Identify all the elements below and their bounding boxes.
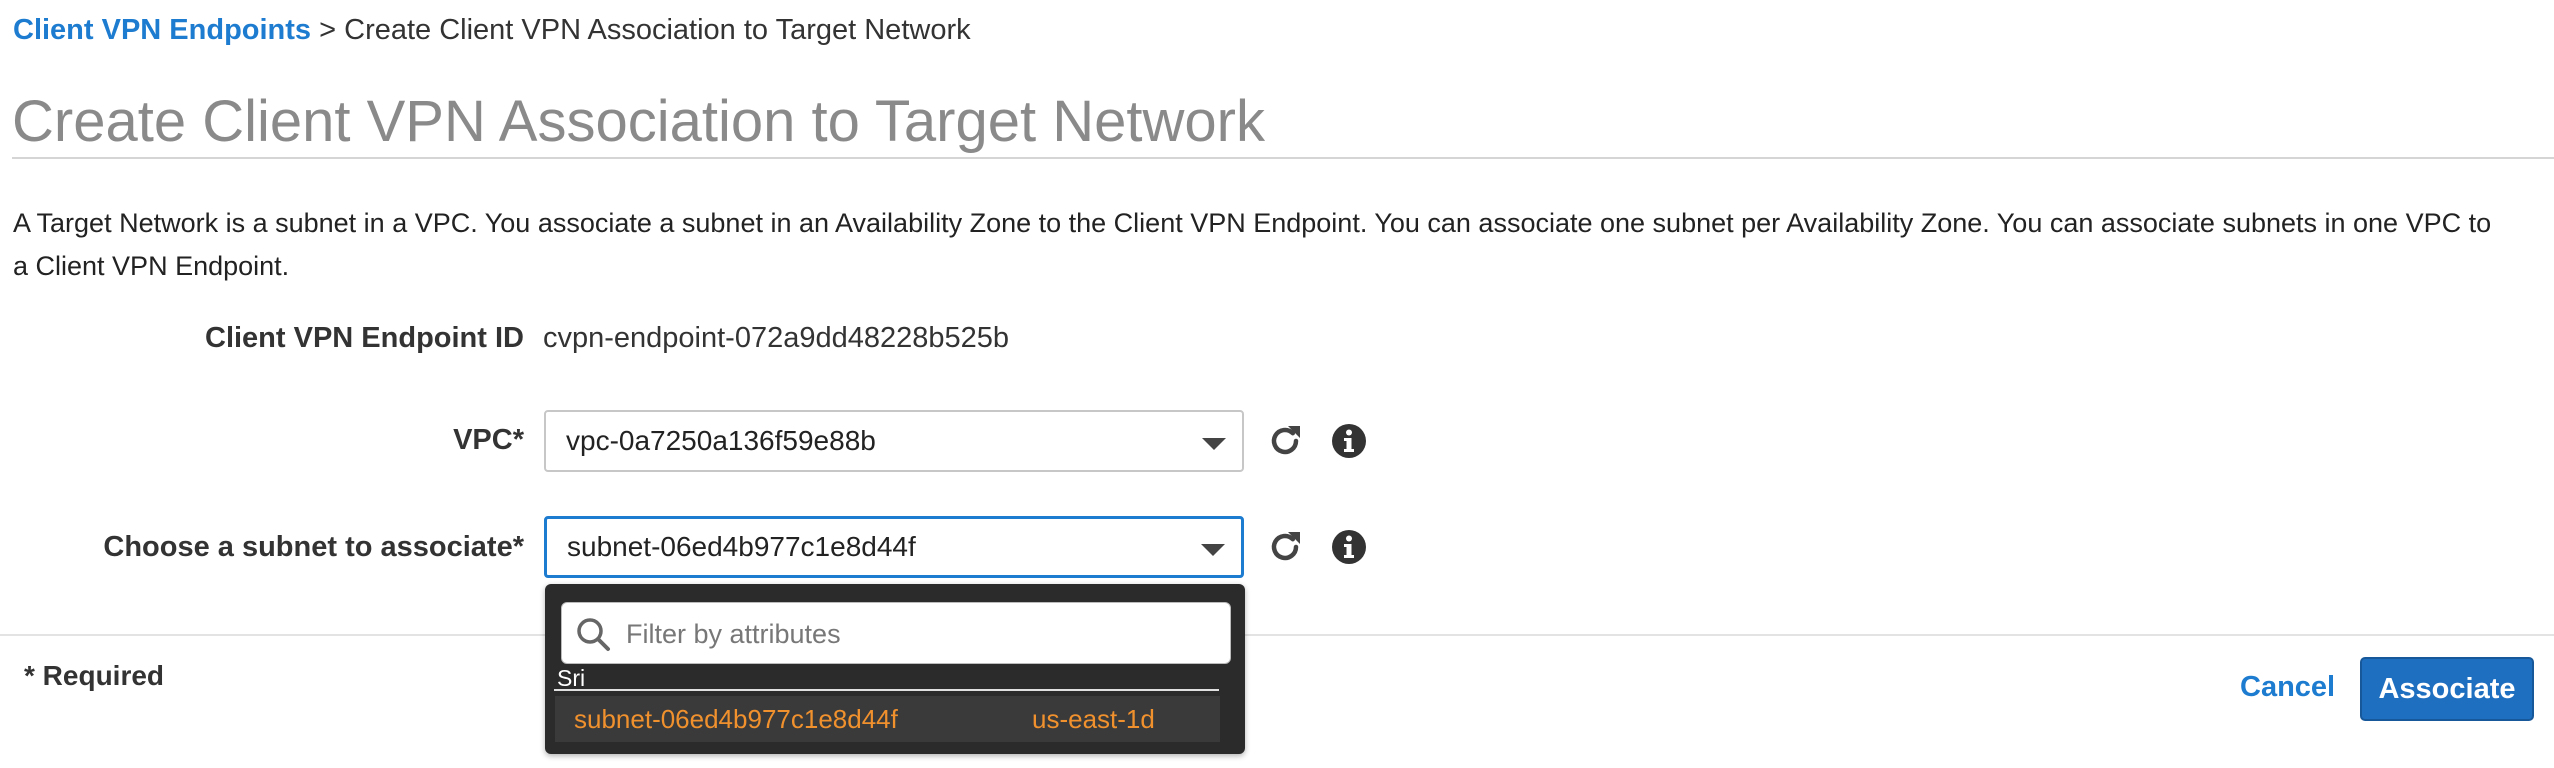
vpc-select[interactable]: vpc-0a7250a136f59e88b bbox=[544, 410, 1244, 472]
chevron-down-icon bbox=[1201, 544, 1225, 556]
breadcrumb: Client VPN Endpoints > Create Client VPN… bbox=[13, 14, 971, 47]
breadcrumb-current: Create Client VPN Association to Target … bbox=[344, 14, 971, 46]
cancel-button[interactable]: Cancel bbox=[2240, 671, 2335, 704]
page-description: A Target Network is a subnet in a VPC. Y… bbox=[13, 208, 2492, 281]
subnet-select-value: subnet-06ed4b977c1e8d44f bbox=[567, 531, 916, 562]
refresh-icon[interactable] bbox=[1265, 527, 1305, 567]
endpoint-id-value: cvpn-endpoint-072a9dd48228b525b bbox=[543, 322, 1010, 354]
required-note: * Required bbox=[24, 660, 165, 691]
subnet-select[interactable]: subnet-06ed4b977c1e8d44f bbox=[544, 516, 1244, 578]
associate-button[interactable]: Associate bbox=[2360, 657, 2534, 721]
subnet-label: Choose a subnet to associate* bbox=[103, 531, 524, 563]
info-icon[interactable] bbox=[1329, 527, 1369, 567]
subnet-option-az: us-east-1d bbox=[1032, 704, 1155, 734]
refresh-icon[interactable] bbox=[1265, 421, 1305, 461]
subnet-option-id: subnet-06ed4b977c1e8d44f bbox=[574, 704, 898, 734]
subnet-option[interactable]: subnet-06ed4b977c1e8d44f us-east-1d bbox=[555, 696, 1220, 742]
page-title: Create Client VPN Association to Target … bbox=[12, 89, 1265, 154]
vpc-select-value: vpc-0a7250a136f59e88b bbox=[566, 425, 876, 456]
breadcrumb-link-client-vpn-endpoints[interactable]: Client VPN Endpoints bbox=[13, 14, 311, 46]
breadcrumb-separator: > bbox=[311, 14, 345, 46]
footer-divider bbox=[0, 634, 2554, 636]
vpc-label: VPC* bbox=[453, 424, 524, 456]
dropdown-group-divider bbox=[554, 689, 1219, 691]
search-icon bbox=[577, 618, 610, 651]
subnet-dropdown: Sri subnet-06ed4b977c1e8d44f us-east-1d bbox=[545, 584, 1245, 754]
endpoint-id-label: Client VPN Endpoint ID bbox=[205, 322, 524, 354]
dropdown-group-label: Sri bbox=[557, 665, 586, 691]
title-divider bbox=[12, 157, 2554, 159]
filter-input[interactable] bbox=[624, 613, 1218, 655]
filter-box bbox=[561, 602, 1231, 664]
info-icon[interactable] bbox=[1329, 421, 1369, 461]
chevron-down-icon bbox=[1202, 438, 1226, 450]
